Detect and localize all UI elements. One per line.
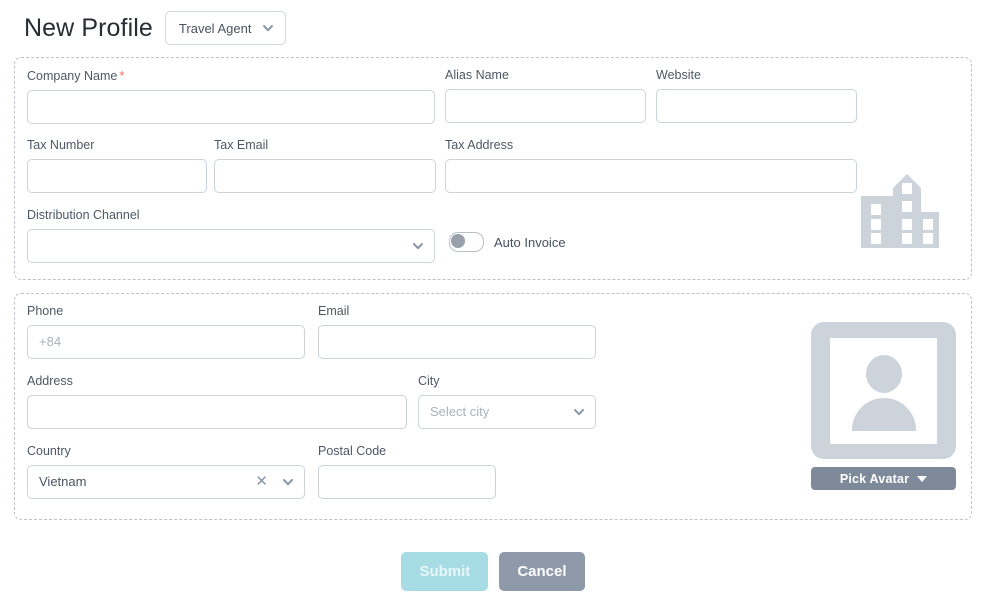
tax-email-label: Tax Email bbox=[214, 139, 436, 153]
chevron-down-icon bbox=[411, 239, 425, 253]
address-label: Address bbox=[27, 375, 407, 389]
avatar[interactable] bbox=[811, 322, 956, 459]
pick-avatar-button[interactable]: Pick Avatar bbox=[811, 467, 956, 490]
close-icon[interactable]: ✕ bbox=[254, 474, 269, 489]
phone-label: Phone bbox=[27, 305, 305, 319]
address-input[interactable] bbox=[27, 395, 407, 429]
tax-number-label: Tax Number bbox=[27, 139, 207, 153]
country-select[interactable]: Vietnam ✕ bbox=[27, 465, 305, 499]
field-city: City Select city bbox=[418, 375, 596, 429]
phone-input[interactable]: +84 bbox=[27, 325, 305, 359]
contact-details-panel: Phone +84 Email Address City Select city… bbox=[14, 293, 972, 520]
country-value: Vietnam bbox=[39, 474, 254, 489]
tax-email-input[interactable] bbox=[214, 159, 436, 193]
distribution-channel-label: Distribution Channel bbox=[27, 209, 435, 223]
field-alias-name: Alias Name bbox=[445, 69, 646, 123]
tax-address-label: Tax Address bbox=[445, 139, 857, 153]
field-address: Address bbox=[27, 375, 407, 429]
email-label: Email bbox=[318, 305, 596, 319]
profile-type-select[interactable]: Travel Agent bbox=[165, 11, 287, 45]
distribution-channel-select[interactable] bbox=[27, 229, 435, 263]
company-name-label: Company Name* bbox=[27, 69, 435, 84]
website-label: Website bbox=[656, 69, 857, 83]
caret-down-icon bbox=[917, 476, 927, 482]
email-input[interactable] bbox=[318, 325, 596, 359]
alias-name-input[interactable] bbox=[445, 89, 646, 123]
postal-code-label: Postal Code bbox=[318, 445, 496, 459]
field-tax-email: Tax Email bbox=[214, 139, 436, 193]
building-icon bbox=[855, 170, 943, 248]
country-label: Country bbox=[27, 445, 305, 459]
field-company-name: Company Name* bbox=[27, 69, 435, 124]
auto-invoice-toggle[interactable] bbox=[449, 232, 484, 252]
field-tax-address: Tax Address bbox=[445, 139, 857, 193]
postal-code-input[interactable] bbox=[318, 465, 496, 499]
city-label: City bbox=[418, 375, 596, 389]
field-email: Email bbox=[318, 305, 596, 359]
field-country: Country Vietnam ✕ bbox=[27, 445, 305, 499]
tax-number-input[interactable] bbox=[27, 159, 207, 193]
toggle-knob bbox=[451, 234, 465, 248]
chevron-down-icon bbox=[281, 475, 295, 489]
avatar-block: Pick Avatar bbox=[811, 322, 956, 490]
tax-address-input[interactable] bbox=[445, 159, 857, 193]
avatar-body-shape bbox=[852, 398, 916, 431]
alias-name-label: Alias Name bbox=[445, 69, 646, 83]
page-title: New Profile bbox=[24, 16, 153, 41]
auto-invoice-toggle-group[interactable]: Auto Invoice bbox=[449, 232, 566, 252]
profile-type-value: Travel Agent bbox=[179, 21, 252, 36]
user-avatar-placeholder-icon bbox=[830, 338, 937, 444]
company-name-input[interactable] bbox=[27, 90, 435, 124]
required-asterisk: * bbox=[119, 68, 124, 83]
field-phone: Phone +84 bbox=[27, 305, 305, 359]
cancel-button[interactable]: Cancel bbox=[499, 552, 584, 591]
field-tax-number: Tax Number bbox=[27, 139, 207, 193]
pick-avatar-label: Pick Avatar bbox=[840, 472, 909, 486]
city-select[interactable]: Select city bbox=[418, 395, 596, 429]
page-header: New Profile Travel Agent bbox=[0, 0, 986, 42]
chevron-down-icon bbox=[572, 405, 586, 419]
submit-button[interactable]: Submit bbox=[401, 552, 488, 591]
chevron-down-icon bbox=[261, 21, 275, 35]
form-actions: Submit Cancel bbox=[0, 552, 986, 591]
field-postal-code: Postal Code bbox=[318, 445, 496, 499]
auto-invoice-label: Auto Invoice bbox=[494, 235, 566, 250]
company-details-panel: Company Name* Alias Name Website Tax Num… bbox=[14, 57, 972, 280]
field-distribution-channel: Distribution Channel bbox=[27, 209, 435, 263]
website-input[interactable] bbox=[656, 89, 857, 123]
avatar-head-shape bbox=[866, 355, 902, 393]
field-website: Website bbox=[656, 69, 857, 123]
phone-placeholder: +84 bbox=[39, 334, 61, 349]
city-placeholder: Select city bbox=[430, 404, 572, 419]
